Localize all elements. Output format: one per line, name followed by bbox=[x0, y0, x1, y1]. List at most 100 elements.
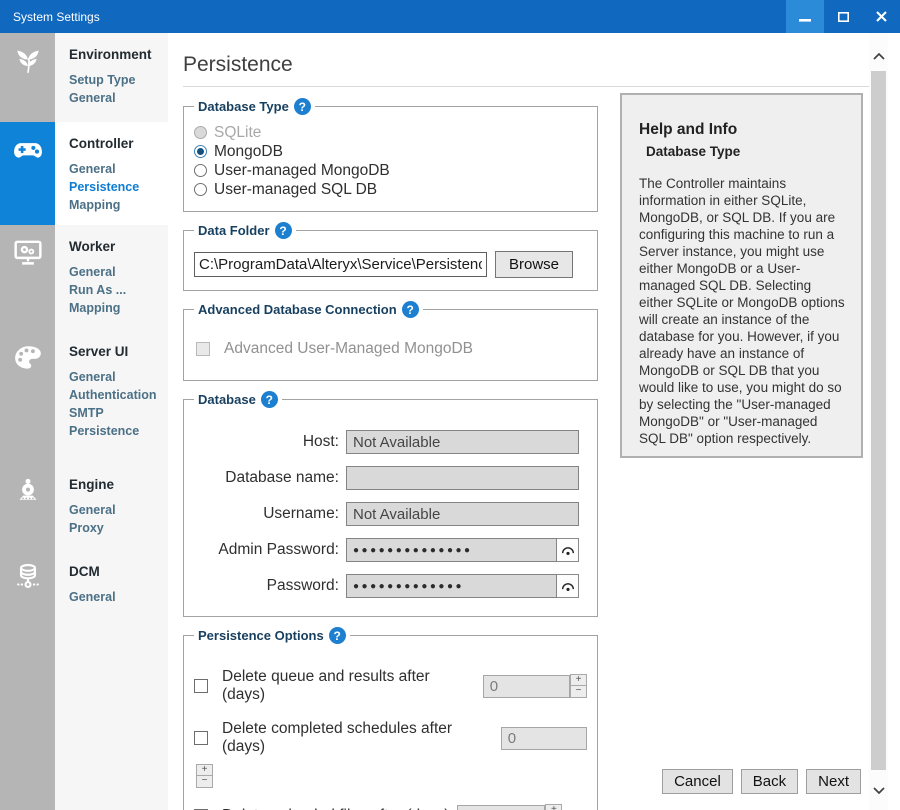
nav-item-server-ui-smtp[interactable]: SMTP bbox=[69, 404, 168, 422]
scrollbar-thumb[interactable] bbox=[871, 71, 886, 770]
nav-section-engine: Engine GeneralProxy bbox=[55, 463, 168, 550]
nav-item-controller-general[interactable]: General bbox=[69, 160, 168, 178]
maximize-button[interactable] bbox=[824, 0, 862, 33]
minimize-icon bbox=[799, 12, 811, 22]
advanced-mongodb-label: Advanced User-Managed MongoDB bbox=[224, 340, 473, 358]
nav-section-worker: WorkerGeneralRun As ...Mapping bbox=[55, 225, 168, 330]
admin-password-input[interactable]: ●●●●●●●●●●●●●● bbox=[346, 538, 557, 562]
password-reveal-icon bbox=[560, 544, 576, 557]
nav-item-environment-setup-type[interactable]: Setup Type bbox=[69, 71, 168, 89]
database-group: Database ? Host:Not AvailableDatabase na… bbox=[183, 391, 598, 617]
checkbox-delete-completed-schedules-after-days[interactable] bbox=[194, 731, 208, 745]
help-icon-persistence-options[interactable]: ? bbox=[329, 627, 346, 644]
sidebar-icon-worker[interactable] bbox=[0, 225, 55, 330]
radio-mongodb[interactable] bbox=[194, 145, 207, 158]
spinner-down-button[interactable]: − bbox=[196, 776, 213, 788]
nav-section-dcm: DCMGeneral bbox=[55, 550, 168, 637]
days-input-delete-uploaded-files-after-days[interactable]: 0 bbox=[457, 805, 545, 810]
database-network-icon bbox=[13, 562, 43, 592]
help-panel-body: The Controller maintains information in … bbox=[639, 175, 846, 447]
advanced-mongodb-checkbox[interactable] bbox=[196, 342, 210, 356]
nav-header-environment: Environment bbox=[69, 47, 168, 62]
password-reveal-icon bbox=[560, 580, 576, 593]
scroll-down-button[interactable] bbox=[869, 781, 888, 800]
nav-item-server-ui-general[interactable]: General bbox=[69, 368, 168, 386]
radio-user-managed-mongodb[interactable] bbox=[194, 164, 207, 177]
scroll-up-button[interactable] bbox=[869, 47, 888, 66]
chevron-down-icon bbox=[873, 787, 885, 794]
field-label-database-name: Database name: bbox=[194, 469, 346, 487]
admin-password-reveal-button[interactable] bbox=[557, 538, 579, 562]
nav-section-environment: Environment Setup TypeGeneral bbox=[55, 33, 168, 122]
nav-header-controller: Controller bbox=[69, 136, 168, 151]
nav-item-environment-general[interactable]: General bbox=[69, 89, 168, 107]
nav-item-controller-persistence[interactable]: Persistence bbox=[69, 178, 168, 196]
spinner-up-button[interactable]: + bbox=[545, 804, 562, 810]
gamepad-icon bbox=[12, 134, 44, 164]
advanced-connection-label: Advanced Database Connection bbox=[198, 302, 397, 317]
sidebar-icon-dcm[interactable] bbox=[0, 550, 55, 637]
sidebar-icon-environment[interactable] bbox=[0, 33, 55, 122]
spinner-down-button[interactable]: − bbox=[570, 686, 587, 698]
data-folder-input[interactable] bbox=[194, 252, 487, 277]
password-input[interactable]: ●●●●●●●●●●●●● bbox=[346, 574, 557, 598]
help-icon-advanced-connection[interactable]: ? bbox=[402, 301, 419, 318]
field-admin-password: ●●●●●●●●●●●●●● bbox=[346, 538, 579, 562]
nav-item-controller-mapping[interactable]: Mapping bbox=[69, 196, 168, 214]
persistence-option-delete-completed-schedules-after-days: Delete completed schedules after (days) 0 bbox=[194, 720, 587, 756]
number-spinner-2[interactable]: +− bbox=[545, 804, 562, 810]
help-icon-database[interactable]: ? bbox=[261, 391, 278, 408]
checkbox-delete-queue-and-results-after-days[interactable] bbox=[194, 679, 208, 693]
back-button[interactable]: Back bbox=[741, 769, 798, 794]
sidebar-icon-engine[interactable] bbox=[0, 463, 55, 550]
nav-item-worker-general[interactable]: General bbox=[69, 263, 168, 281]
radio-option-user-managed-mongodb[interactable]: User-managed MongoDB bbox=[194, 161, 587, 180]
minimize-button[interactable] bbox=[786, 0, 824, 33]
nav-header-engine: Engine bbox=[69, 477, 168, 492]
nav-item-server-ui-authentication[interactable]: Authentication bbox=[69, 386, 168, 404]
nav-item-server-ui-persistence[interactable]: Persistence bbox=[69, 422, 168, 440]
help-icon-data-folder[interactable]: ? bbox=[275, 222, 292, 239]
nav-item-worker-mapping[interactable]: Mapping bbox=[69, 299, 168, 317]
database-name-input[interactable] bbox=[346, 466, 579, 490]
palette-icon bbox=[13, 342, 43, 372]
field-label-host: Host: bbox=[194, 433, 346, 451]
close-button[interactable] bbox=[862, 0, 900, 33]
radio-label-user-managed-sql-db: User-managed SQL DB bbox=[214, 180, 377, 199]
nav-item-worker-run-as[interactable]: Run As ... bbox=[69, 281, 168, 299]
option-label-delete-queue-and-results-after-days: Delete queue and results after (days) bbox=[222, 668, 475, 704]
option-label-delete-completed-schedules-after-days: Delete completed schedules after (days) bbox=[222, 720, 493, 756]
radio-user-managed-sql-db[interactable] bbox=[194, 183, 207, 196]
field-label-username: Username: bbox=[194, 505, 346, 523]
nav-item-engine-proxy[interactable]: Proxy bbox=[69, 519, 168, 537]
help-icon-database-type[interactable]: ? bbox=[294, 98, 311, 115]
number-spinner-0[interactable]: +− bbox=[570, 674, 587, 698]
field-label-password: Password: bbox=[194, 577, 346, 595]
days-input-delete-completed-schedules-after-days[interactable]: 0 bbox=[501, 727, 587, 750]
nav-item-dcm-general[interactable]: General bbox=[69, 588, 168, 606]
help-panel: Help and Info Database Type The Controll… bbox=[620, 93, 863, 458]
database-fields: Host:Not AvailableDatabase name:Username… bbox=[194, 430, 587, 598]
nav-item-engine-general[interactable]: General bbox=[69, 501, 168, 519]
days-input-delete-queue-and-results-after-days[interactable]: 0 bbox=[483, 675, 570, 698]
train-icon bbox=[14, 475, 42, 503]
sidebar-icon-server-ui[interactable] bbox=[0, 330, 55, 463]
browse-button[interactable]: Browse bbox=[495, 251, 573, 278]
field-password: ●●●●●●●●●●●●● bbox=[346, 574, 579, 598]
username-input[interactable]: Not Available bbox=[346, 502, 579, 526]
persistence-option-delete-queue-and-results-after-days: Delete queue and results after (days) 0+− bbox=[194, 668, 587, 704]
next-button[interactable]: Next bbox=[806, 769, 861, 794]
database-type-options: SQLiteMongoDBUser-managed MongoDBUser-ma… bbox=[194, 123, 587, 199]
sidebar-icon-controller[interactable] bbox=[0, 122, 55, 225]
vertical-scrollbar bbox=[869, 33, 888, 810]
titlebar: System Settings bbox=[0, 0, 900, 33]
advanced-mongodb-row: Advanced User-Managed MongoDB bbox=[196, 340, 587, 358]
password-reveal-button[interactable] bbox=[557, 574, 579, 598]
window-title: System Settings bbox=[0, 10, 100, 24]
nav-header-server-ui: Server UI bbox=[69, 344, 168, 359]
cancel-button[interactable]: Cancel bbox=[662, 769, 733, 794]
radio-option-user-managed-sql-db[interactable]: User-managed SQL DB bbox=[194, 180, 587, 199]
host-input[interactable]: Not Available bbox=[346, 430, 579, 454]
radio-option-mongodb[interactable]: MongoDB bbox=[194, 142, 587, 161]
number-spinner-1[interactable]: +− bbox=[196, 764, 213, 788]
